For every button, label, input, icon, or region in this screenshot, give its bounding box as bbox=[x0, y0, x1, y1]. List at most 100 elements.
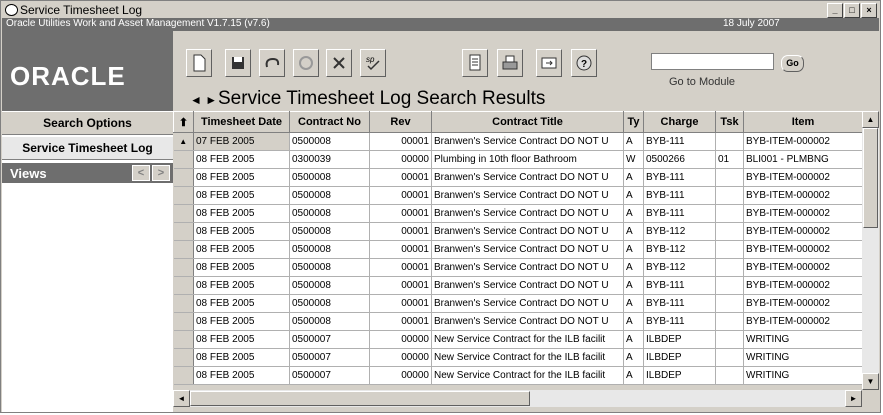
table-cell[interactable]: A bbox=[623, 366, 644, 385]
table-row[interactable]: 08 FEB 2005 0500008 00001 Branwen's Service… bbox=[173, 294, 863, 313]
table-cell[interactable]: 00001 bbox=[369, 132, 432, 151]
table-cell[interactable]: BYB-ITEM-000002 bbox=[743, 312, 863, 331]
table-row[interactable]: 08 FEB 2005 0300039 00000 Plumbing in 10th … bbox=[173, 150, 863, 169]
table-row[interactable]: 08 FEB 2005 0500008 00001 Branwen's Service… bbox=[173, 168, 863, 187]
table-cell[interactable] bbox=[715, 276, 744, 295]
table-cell[interactable]: BYB-111 bbox=[643, 132, 716, 151]
table-cell[interactable]: Plumbing in 10th floor Bathroom bbox=[431, 150, 624, 169]
table-cell[interactable]: 00001 bbox=[369, 240, 432, 259]
scroll-down-icon[interactable]: ▼ bbox=[862, 373, 879, 390]
table-cell[interactable]: WRITING bbox=[743, 366, 863, 385]
service-timesheet-log-button[interactable]: Service Timesheet Log bbox=[2, 136, 173, 160]
table-row[interactable]: 08 FEB 2005 0500008 00001 Branwen's Service… bbox=[173, 312, 863, 331]
table-cell[interactable]: 08 FEB 2005 bbox=[193, 168, 290, 187]
table-cell[interactable]: ILBDEP bbox=[643, 366, 716, 385]
row-indicator[interactable] bbox=[173, 258, 194, 277]
scroll-right-icon[interactable]: ► bbox=[845, 390, 862, 407]
row-indicator[interactable] bbox=[173, 366, 194, 385]
table-cell[interactable]: 00000 bbox=[369, 330, 432, 349]
table-cell[interactable]: A bbox=[623, 330, 644, 349]
table-cell[interactable]: 08 FEB 2005 bbox=[193, 240, 290, 259]
search-options-button[interactable]: Search Options bbox=[2, 111, 173, 135]
table-cell[interactable]: 00001 bbox=[369, 276, 432, 295]
table-cell[interactable]: 00001 bbox=[369, 258, 432, 277]
horizontal-scroll-thumb[interactable] bbox=[190, 391, 530, 406]
row-indicator[interactable] bbox=[173, 348, 194, 367]
table-cell[interactable] bbox=[715, 312, 744, 331]
table-cell[interactable]: 00001 bbox=[369, 204, 432, 223]
new-record-button[interactable] bbox=[186, 49, 212, 77]
table-cell[interactable]: BYB-ITEM-000002 bbox=[743, 132, 863, 151]
table-cell[interactable]: 00001 bbox=[369, 186, 432, 205]
table-cell[interactable] bbox=[715, 132, 744, 151]
table-row[interactable]: 08 FEB 2005 0500008 00001 Branwen's Service… bbox=[173, 186, 863, 205]
table-cell[interactable]: BYB-ITEM-000002 bbox=[743, 186, 863, 205]
row-indicator[interactable]: ▲ bbox=[173, 132, 194, 151]
row-indicator[interactable] bbox=[173, 204, 194, 223]
prev-page-icon[interactable]: ◄ bbox=[190, 93, 202, 107]
table-cell[interactable] bbox=[715, 204, 744, 223]
table-row[interactable]: ▲ 07 FEB 2005 0500008 00001 Branwen's Servic… bbox=[173, 132, 863, 151]
table-cell[interactable]: 08 FEB 2005 bbox=[193, 348, 290, 367]
table-cell[interactable]: 0500008 bbox=[289, 240, 370, 259]
table-cell[interactable]: 00001 bbox=[369, 222, 432, 241]
close-button[interactable]: × bbox=[861, 3, 877, 18]
table-cell[interactable]: A bbox=[623, 222, 644, 241]
table-row[interactable]: 08 FEB 2005 0500007 00000 New Service Contr… bbox=[173, 348, 863, 367]
spell-check-button[interactable]: sp bbox=[360, 49, 386, 77]
table-cell[interactable]: Branwen's Service Contract DO NOT U bbox=[431, 276, 624, 295]
table-cell[interactable]: 07 FEB 2005 bbox=[193, 132, 290, 151]
table-cell[interactable]: 00000 bbox=[369, 366, 432, 385]
table-cell[interactable]: 08 FEB 2005 bbox=[193, 258, 290, 277]
table-cell[interactable] bbox=[715, 186, 744, 205]
table-cell[interactable]: 00000 bbox=[369, 150, 432, 169]
table-cell[interactable]: BYB-111 bbox=[643, 168, 716, 187]
table-cell[interactable]: A bbox=[623, 312, 644, 331]
table-cell[interactable]: Branwen's Service Contract DO NOT U bbox=[431, 168, 624, 187]
table-cell[interactable]: 08 FEB 2005 bbox=[193, 312, 290, 331]
table-cell[interactable]: 0500008 bbox=[289, 204, 370, 223]
column-header[interactable]: Timesheet Date bbox=[193, 111, 290, 133]
table-cell[interactable]: Branwen's Service Contract DO NOT U bbox=[431, 222, 624, 241]
table-cell[interactable]: 00000 bbox=[369, 348, 432, 367]
go-to-module-input[interactable] bbox=[651, 53, 774, 70]
table-cell[interactable]: BYB-ITEM-000002 bbox=[743, 276, 863, 295]
views-prev-icon[interactable]: < bbox=[132, 165, 150, 181]
table-cell[interactable]: A bbox=[623, 240, 644, 259]
table-cell[interactable]: Branwen's Service Contract DO NOT U bbox=[431, 132, 624, 151]
table-cell[interactable]: 08 FEB 2005 bbox=[193, 294, 290, 313]
table-row[interactable]: 08 FEB 2005 0500008 00001 Branwen's Service… bbox=[173, 258, 863, 277]
table-cell[interactable]: 08 FEB 2005 bbox=[193, 276, 290, 295]
row-indicator[interactable] bbox=[173, 150, 194, 169]
table-cell[interactable]: New Service Contract for the ILB facilit bbox=[431, 366, 624, 385]
table-cell[interactable]: 00001 bbox=[369, 294, 432, 313]
row-indicator[interactable] bbox=[173, 330, 194, 349]
table-cell[interactable]: BYB-ITEM-000002 bbox=[743, 168, 863, 187]
table-cell[interactable]: 08 FEB 2005 bbox=[193, 150, 290, 169]
table-cell[interactable]: Branwen's Service Contract DO NOT U bbox=[431, 186, 624, 205]
table-cell[interactable]: 08 FEB 2005 bbox=[193, 330, 290, 349]
row-indicator[interactable] bbox=[173, 276, 194, 295]
table-cell[interactable]: WRITING bbox=[743, 348, 863, 367]
report-button[interactable] bbox=[462, 49, 488, 77]
column-header[interactable]: Item bbox=[743, 111, 863, 133]
table-cell[interactable]: ILBDEP bbox=[643, 330, 716, 349]
table-cell[interactable] bbox=[715, 294, 744, 313]
table-row[interactable]: 08 FEB 2005 0500008 00001 Branwen's Service… bbox=[173, 276, 863, 295]
table-cell[interactable]: Branwen's Service Contract DO NOT U bbox=[431, 312, 624, 331]
table-cell[interactable]: 0500008 bbox=[289, 276, 370, 295]
horizontal-scrollbar[interactable]: ◄ ► bbox=[173, 390, 862, 407]
table-cell[interactable]: 00001 bbox=[369, 312, 432, 331]
table-cell[interactable]: 08 FEB 2005 bbox=[193, 204, 290, 223]
table-row[interactable]: 08 FEB 2005 0500007 00000 New Service Contr… bbox=[173, 366, 863, 385]
table-cell[interactable]: A bbox=[623, 276, 644, 295]
maximize-button[interactable]: □ bbox=[844, 3, 860, 18]
table-cell[interactable] bbox=[715, 222, 744, 241]
table-cell[interactable]: BYB-ITEM-000002 bbox=[743, 258, 863, 277]
views-next-icon[interactable]: > bbox=[152, 165, 170, 181]
table-cell[interactable]: ILBDEP bbox=[643, 348, 716, 367]
column-header[interactable]: Rev bbox=[369, 111, 432, 133]
print-button[interactable] bbox=[497, 49, 523, 77]
table-cell[interactable]: 0500007 bbox=[289, 330, 370, 349]
refresh-button[interactable] bbox=[293, 49, 319, 77]
